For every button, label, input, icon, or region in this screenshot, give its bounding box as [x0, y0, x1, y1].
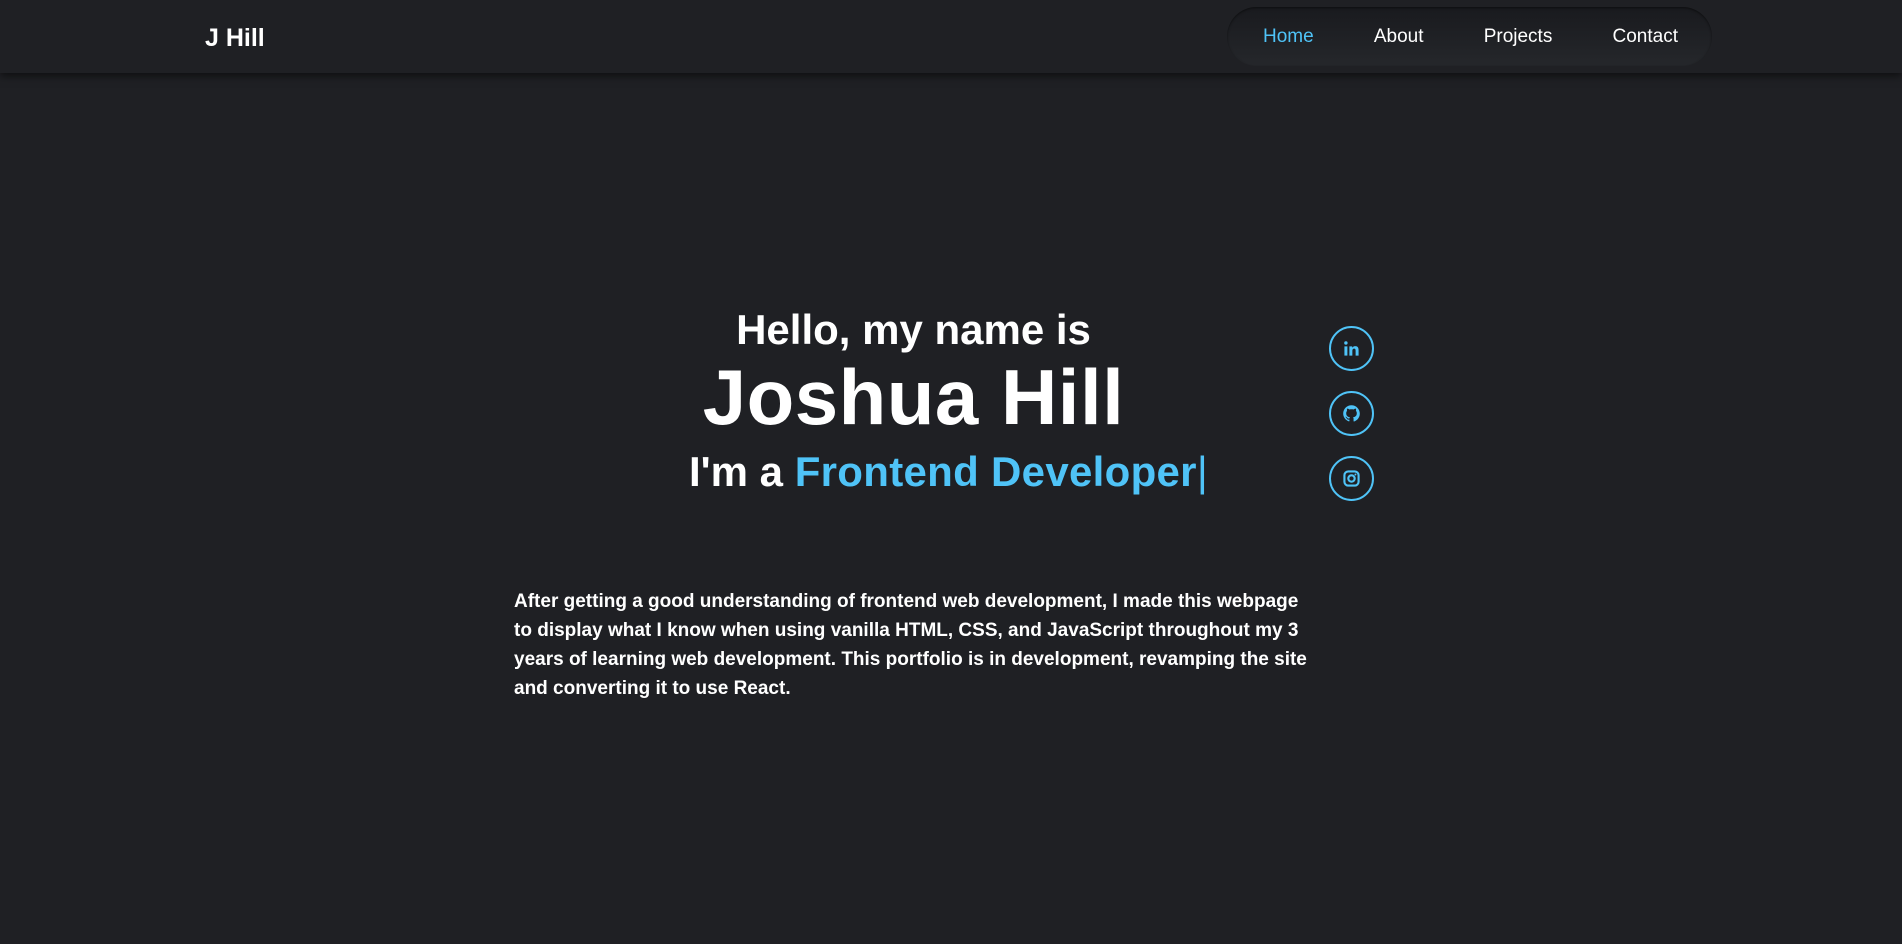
instagram-icon	[1343, 470, 1360, 487]
top-navbar: J Hill Home About Projects Contact	[0, 0, 1902, 73]
github-button[interactable]	[1329, 391, 1374, 436]
github-icon	[1343, 405, 1360, 422]
hero-role-prefix: I'm a	[689, 448, 795, 495]
hero-name: Joshua Hill	[702, 353, 1125, 441]
main-nav: Home About Projects Contact	[1227, 7, 1712, 66]
linkedin-button[interactable]	[1329, 326, 1374, 371]
about-paragraph: After getting a good understanding of fr…	[514, 591, 1307, 699]
site-logo[interactable]: J Hill	[205, 24, 265, 53]
hero-role-line: I'm a Frontend Developer|	[689, 448, 1208, 496]
instagram-button[interactable]	[1329, 456, 1374, 501]
social-links	[1329, 326, 1374, 521]
hero-role-title: Frontend Developer	[794, 448, 1197, 495]
nav-projects-link[interactable]: Projects	[1484, 26, 1553, 48]
hero-greeting: Hello, my name is	[736, 306, 1091, 353]
linkedin-icon	[1344, 341, 1359, 356]
typing-cursor: |	[1196, 448, 1208, 495]
nav-contact-link[interactable]: Contact	[1613, 26, 1678, 48]
nav-about-link[interactable]: About	[1374, 26, 1424, 48]
nav-home-link[interactable]: Home	[1263, 26, 1314, 48]
